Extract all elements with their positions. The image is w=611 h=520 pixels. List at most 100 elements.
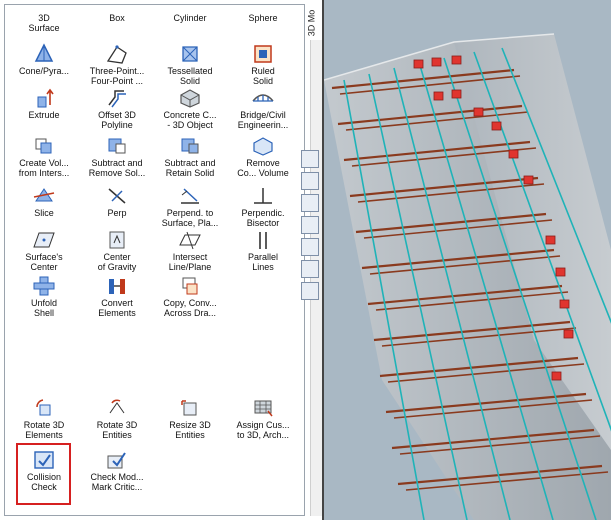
tessellated-icon: [182, 46, 198, 62]
tool-perp[interactable]: Perp: [80, 185, 154, 218]
collision-marker: [559, 299, 570, 309]
tool-create-volume[interactable]: Create Vol... from Inters...: [7, 135, 81, 178]
collision-marker: [508, 149, 519, 159]
concrete-icon: [180, 89, 200, 108]
tool-cylinder[interactable]: Cylinder: [153, 13, 227, 23]
tool-label: Subtract and Remove Sol...: [88, 158, 146, 178]
unfold-icon: [33, 276, 55, 296]
tool-label: Box: [109, 13, 125, 23]
three-point-icon: [106, 45, 127, 64]
tool-rotate-3d-entities[interactable]: Rotate 3D Entities: [80, 397, 154, 440]
palette-tab-7[interactable]: [301, 282, 319, 300]
tool-slice[interactable]: Slice: [7, 185, 81, 218]
tool-label: Perp: [107, 208, 127, 218]
tool-tessellated-solid[interactable]: Tessellated Solid: [153, 43, 227, 86]
tool-palette-3d-modeling: 3D Surface Box Cylinder Sphere Cone/Pyra…: [4, 4, 305, 516]
tool-label: Rotate 3D Elements: [23, 420, 65, 440]
collision-marker: [555, 267, 566, 277]
perpend-surface-icon: [181, 188, 199, 204]
collision-marker: [451, 55, 462, 65]
tool-sphere[interactable]: Sphere: [226, 13, 300, 23]
tool-3d-surface[interactable]: 3D Surface: [7, 13, 81, 33]
tool-offset-3d-polyline[interactable]: Offset 3D Polyline: [80, 87, 154, 130]
collision-marker: [433, 91, 444, 101]
tool-label: Rotate 3D Entities: [96, 420, 138, 440]
palette-tab-4[interactable]: [301, 216, 319, 234]
surface-center-icon: [33, 232, 55, 248]
center-gravity-icon: [109, 231, 125, 249]
tool-surface-center[interactable]: Surface's Center: [7, 229, 81, 272]
tool-label: Center of Gravity: [97, 252, 137, 272]
tool-subtract-retain[interactable]: Subtract and Retain Solid: [153, 135, 227, 178]
bridge-icon: [252, 94, 274, 102]
tool-label: Copy, Conv... Across Dra...: [163, 298, 217, 318]
rebar-model-render: [324, 33, 611, 520]
palette-tab-2[interactable]: [301, 172, 319, 190]
collision-marker: [523, 175, 534, 185]
tool-perpendic-bisector[interactable]: Perpendic. Bisector: [226, 185, 300, 228]
3d-viewport[interactable]: [324, 0, 611, 520]
tool-concrete-3d-object[interactable]: Concrete C... - 3D Object: [153, 87, 227, 130]
palette-tab-1[interactable]: [301, 150, 319, 168]
rotate-elements-icon: [36, 399, 51, 416]
tool-subtract-remove[interactable]: Subtract and Remove Sol...: [80, 135, 154, 178]
tool-cone-pyramid[interactable]: Cone/Pyra...: [7, 43, 81, 76]
tool-center-of-gravity[interactable]: Center of Gravity: [80, 229, 154, 272]
tool-perpend-surface[interactable]: Perpend. to Surface, Pla...: [153, 185, 227, 228]
collision-marker: [545, 235, 556, 245]
collision-marker: [473, 107, 484, 117]
tool-label: Remove Co... Volume: [237, 158, 289, 178]
tool-label: Perpendic. Bisector: [241, 208, 285, 228]
palette-tab-6[interactable]: [301, 260, 319, 278]
collision-marker: [413, 59, 424, 69]
tool-remove-common-volume[interactable]: Remove Co... Volume: [226, 135, 300, 178]
tool-label: Ruled Solid: [251, 66, 275, 86]
palette-title-text: 3D Mo: [306, 9, 317, 37]
tool-check-model[interactable]: Check Mod... Mark Critic...: [80, 449, 154, 492]
tool-label: Tessellated Solid: [167, 66, 213, 86]
tool-ruled-solid[interactable]: Ruled Solid: [226, 43, 300, 86]
convert-icon: [109, 279, 125, 294]
tool-bridge-civil[interactable]: Bridge/Civil Engineerin...: [226, 87, 300, 130]
tool-label: Check Mod... Mark Critic...: [90, 472, 144, 492]
tool-rotate-3d-elements[interactable]: Rotate 3D Elements: [7, 397, 81, 440]
tool-label: Slice: [34, 208, 54, 218]
tool-label: Assign Cus... to 3D, Arch...: [236, 420, 290, 440]
tool-extrude[interactable]: Extrude: [7, 87, 81, 120]
parallel-lines-icon: [259, 232, 267, 249]
bisector-icon: [254, 188, 272, 204]
rotate-entities-icon: [109, 399, 125, 414]
tool-label: Intersect Line/Plane: [168, 252, 212, 272]
tool-label: Concrete C... - 3D Object: [163, 110, 217, 130]
tool-label: Unfold Shell: [30, 298, 57, 318]
tool-label: Sphere: [248, 13, 278, 23]
tool-label: 3D Surface: [28, 13, 60, 33]
tool-label: Resize 3D Entities: [169, 420, 211, 440]
slice-icon: [33, 188, 55, 202]
subtract-remove-icon: [108, 138, 126, 154]
tool-label: Offset 3D Polyline: [98, 110, 136, 130]
tool-copy-convert[interactable]: Copy, Conv... Across Dra...: [153, 275, 227, 318]
palette-tab-3[interactable]: [301, 194, 319, 212]
tool-convert-elements[interactable]: Convert Elements: [80, 275, 154, 318]
cone-icon: [34, 43, 54, 62]
tool-unfold-shell[interactable]: Unfold Shell: [7, 275, 81, 318]
tool-label: Perpend. to Surface, Pla...: [161, 208, 219, 228]
create-volume-icon: [35, 138, 52, 154]
tool-three-point[interactable]: Three-Point... Four-Point ...: [80, 43, 154, 86]
tool-label: Surface's Center: [25, 252, 63, 272]
tool-assign-custom[interactable]: Assign Cus... to 3D, Arch...: [226, 397, 300, 440]
tool-resize-3d-entities[interactable]: Resize 3D Entities: [153, 397, 227, 440]
remove-volume-icon: [253, 137, 273, 156]
tool-intersect-line-plane[interactable]: Intersect Line/Plane: [153, 229, 227, 272]
collision-marker: [451, 89, 462, 99]
tool-label: Parallel Lines: [247, 252, 278, 272]
tool-label: Cone/Pyra...: [18, 66, 70, 76]
tool-box[interactable]: Box: [80, 13, 154, 23]
copy-convert-icon: [182, 277, 198, 295]
palette-tab-5[interactable]: [301, 238, 319, 256]
tool-label: Cylinder: [173, 13, 207, 23]
tool-label: Subtract and Retain Solid: [164, 158, 216, 178]
tool-label: Three-Point... Four-Point ...: [89, 66, 145, 86]
tool-parallel-lines[interactable]: Parallel Lines: [226, 229, 300, 272]
